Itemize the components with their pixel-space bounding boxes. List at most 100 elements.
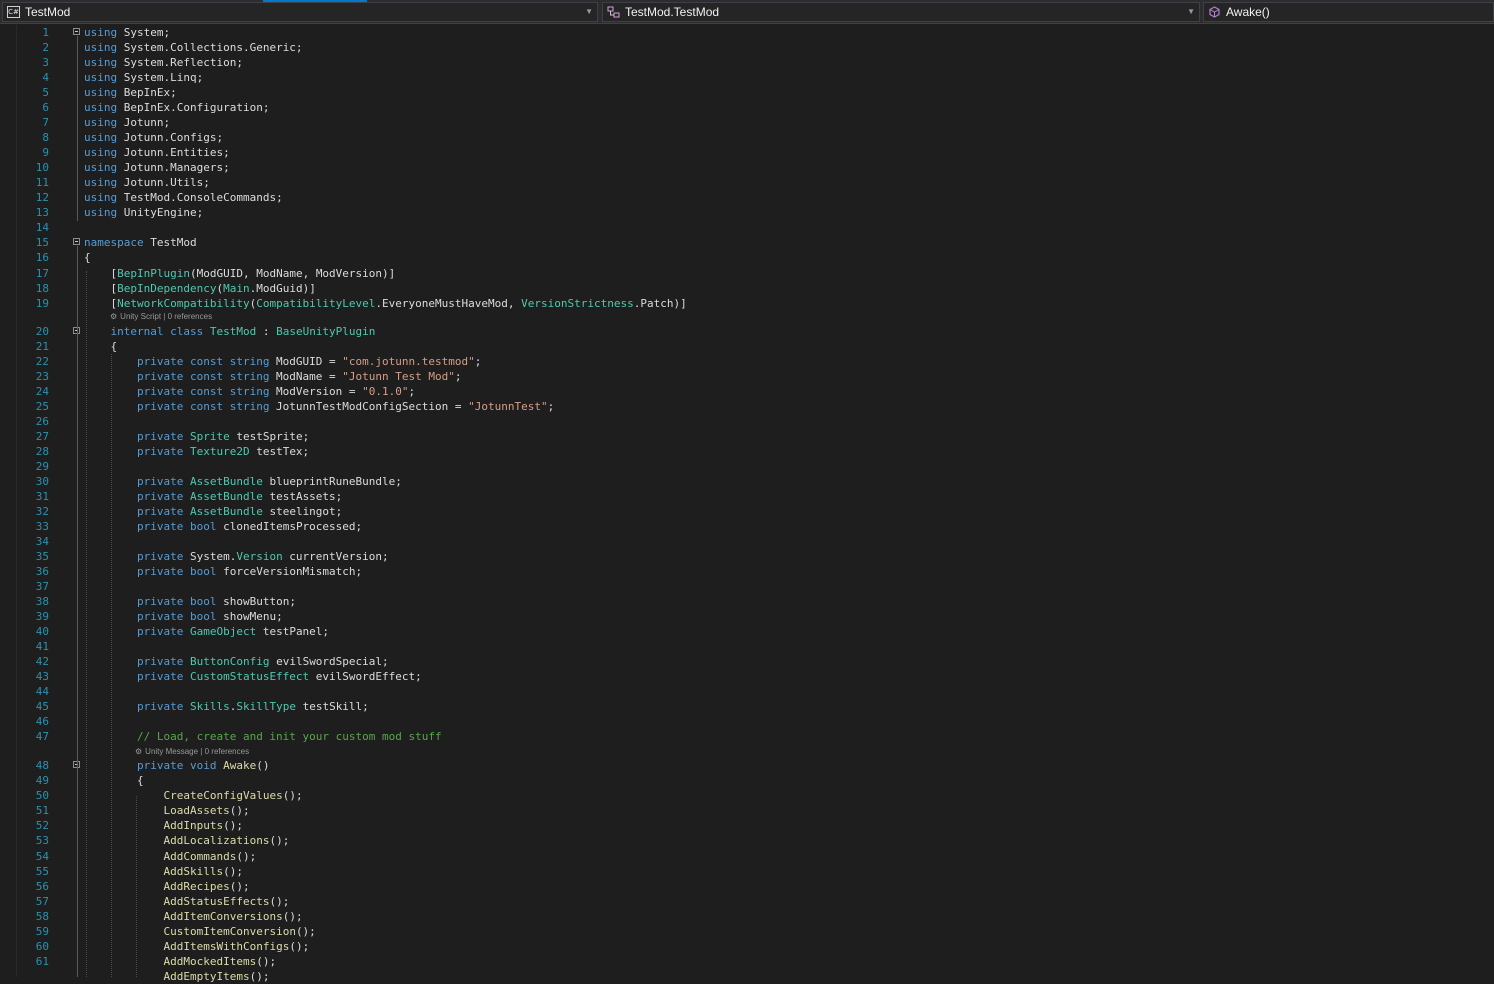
code-line[interactable]: 14 (0, 220, 1494, 235)
code-line[interactable]: 7 using Jotunn; (0, 115, 1494, 130)
line-number: 36 (35, 565, 49, 578)
code-token: CustomStatusEffect (189, 670, 310, 683)
code-text: AddCommands(); (84, 849, 256, 864)
code-line[interactable]: 24 private const string ModVersion = "0.… (0, 384, 1494, 399)
code-line[interactable]: 51 LoadAssets(); (0, 803, 1494, 818)
code-line[interactable]: 54 AddCommands(); (0, 849, 1494, 864)
line-number: 7 (42, 116, 49, 129)
code-token: private (136, 430, 184, 443)
code-line[interactable]: 19 [NetworkCompatibility(CompatibilityLe… (0, 296, 1494, 311)
line-number: 32 (35, 505, 49, 518)
code-line[interactable]: 40 private GameObject testPanel; (0, 624, 1494, 639)
code-line[interactable]: 48 private void Awake() (0, 758, 1494, 773)
code-line[interactable]: 35 private System.Version currentVersion… (0, 549, 1494, 564)
code-line[interactable]: 3 using System.Reflection; (0, 55, 1494, 70)
code-line[interactable]: 44 (0, 684, 1494, 699)
code-line[interactable]: 15 namespace TestMod (0, 235, 1494, 250)
code-line[interactable]: 34 (0, 534, 1494, 549)
code-token: () (256, 759, 270, 772)
code-token: using (84, 26, 118, 39)
codelens-annotation[interactable]: ⚙ Unity Message | 0 references (135, 747, 249, 757)
code-token: private (136, 700, 184, 713)
code-text: private AssetBundle testAssets; (84, 489, 342, 504)
type-dropdown[interactable]: TestMod.TestMod ▼ (602, 2, 1200, 22)
code-line[interactable]: 29 (0, 459, 1494, 474)
code-line[interactable]: 8 using Jotunn.Configs; (0, 130, 1494, 145)
code-line[interactable]: 43 private CustomStatusEffect evilSwordE… (0, 669, 1494, 684)
code-line[interactable]: 61 AddMockedItems(); (0, 954, 1494, 969)
code-line[interactable]: 6 using BepInEx.Configuration; (0, 100, 1494, 115)
code-line[interactable]: 18 [BepInDependency(Main.ModGuid)] (0, 281, 1494, 296)
code-token: .Patch)] (633, 297, 687, 310)
code-line[interactable]: 45 private Skills.SkillType testSkill; (0, 699, 1494, 714)
code-line[interactable]: 49 { (0, 773, 1494, 788)
codelens-annotation[interactable]: ⚙ Unity Script | 0 references (110, 312, 212, 322)
code-line[interactable]: 33 private bool clonedItemsProcessed; (0, 519, 1494, 534)
code-line[interactable]: 5 using BepInEx; (0, 85, 1494, 100)
code-line[interactable]: 23 private const string ModName = "Jotun… (0, 369, 1494, 384)
code-line[interactable]: 13 using UnityEngine; (0, 205, 1494, 220)
code-line[interactable]: 17 [BepInPlugin(ModGUID, ModName, ModVer… (0, 266, 1494, 281)
code-line[interactable]: 22 private const string ModGUID = "com.j… (0, 354, 1494, 369)
code-line[interactable]: 55 AddSkills(); (0, 864, 1494, 879)
code-line[interactable]: 39 private bool showMenu; (0, 609, 1494, 624)
line-number: 50 (35, 789, 49, 802)
code-line[interactable]: 25 private const string JotunnTestModCon… (0, 399, 1494, 414)
code-line[interactable]: 26 (0, 414, 1494, 429)
code-line[interactable]: 52 AddInputs(); (0, 818, 1494, 833)
code-line[interactable]: 46 (0, 714, 1494, 729)
code-line[interactable]: 36 private bool forceVersionMismatch; (0, 564, 1494, 579)
code-line[interactable]: 2 using System.Collections.Generic; (0, 40, 1494, 55)
code-line[interactable]: 50 CreateConfigValues(); (0, 788, 1494, 803)
code-line[interactable]: 38 private bool showButton; (0, 594, 1494, 609)
code-text: using System.Reflection; (84, 55, 243, 70)
code-token: clonedItemsProcessed; (216, 520, 363, 533)
code-line[interactable]: 30 private AssetBundle blueprintRuneBund… (0, 474, 1494, 489)
code-token: using (84, 161, 118, 174)
code-editor[interactable]: 1 using System; 2 using System.Collections.… (0, 25, 1494, 983)
code-line[interactable]: 58 AddItemConversions(); (0, 909, 1494, 924)
line-number: 37 (35, 580, 49, 593)
collapse-toggle-icon[interactable] (73, 28, 80, 35)
code-token: private bool (136, 610, 217, 623)
code-token: "com.jotunn.testmod" (342, 355, 475, 368)
unity-icon: ⚙ (135, 747, 143, 756)
code-line[interactable]: 57 AddStatusEffects(); (0, 894, 1494, 909)
code-line[interactable]: 1 using System; (0, 25, 1494, 40)
code-text: private bool showMenu; (84, 609, 283, 624)
code-line[interactable]: 27 private Sprite testSprite; (0, 429, 1494, 444)
member-dropdown[interactable]: Awake() (1203, 2, 1494, 22)
code-line[interactable]: 37 (0, 579, 1494, 594)
code-token: ; (408, 385, 416, 398)
code-line[interactable]: 59 CustomItemConversion(); (0, 924, 1494, 939)
indent-guide (86, 271, 87, 977)
code-line[interactable]: 4 using System.Linq; (0, 70, 1494, 85)
project-dropdown[interactable]: C# TestMod ▼ (2, 2, 598, 22)
line-number: 30 (35, 475, 49, 488)
code-line[interactable]: 56 AddRecipes(); (0, 879, 1494, 894)
code-line[interactable]: 41 (0, 639, 1494, 654)
code-line[interactable]: 12 using TestMod.ConsoleCommands; (0, 190, 1494, 205)
code-line[interactable]: 10 using Jotunn.Managers; (0, 160, 1494, 175)
code-line[interactable]: 60 AddItemsWithConfigs(); (0, 939, 1494, 954)
code-line[interactable]: 20 internal class TestMod : BaseUnityPlu… (0, 324, 1494, 339)
code-line[interactable]: 32 private AssetBundle steelingot; (0, 504, 1494, 519)
code-line[interactable]: 28 private Texture2D testTex; (0, 444, 1494, 459)
code-token: blueprintRuneBundle; (262, 475, 402, 488)
line-number: 14 (35, 221, 49, 234)
code-line[interactable]: 9 using Jotunn.Entities; (0, 145, 1494, 160)
code-line[interactable]: 16 { (0, 250, 1494, 265)
code-text: using Jotunn.Managers; (84, 160, 230, 175)
collapse-toggle-icon[interactable] (73, 238, 80, 245)
code-line[interactable]: 21 { (0, 339, 1494, 354)
code-line[interactable]: 11 using Jotunn.Utils; (0, 175, 1494, 190)
code-line[interactable]: 47 // Load, create and init your custom … (0, 729, 1494, 744)
code-line[interactable]: 53 AddLocalizations(); (0, 833, 1494, 848)
line-number: 16 (35, 251, 49, 264)
code-token: private (136, 490, 184, 503)
line-number: 49 (35, 774, 49, 787)
code-line[interactable]: 42 private ButtonConfig evilSwordSpecial… (0, 654, 1494, 669)
code-line[interactable]: 31 private AssetBundle testAssets; (0, 489, 1494, 504)
